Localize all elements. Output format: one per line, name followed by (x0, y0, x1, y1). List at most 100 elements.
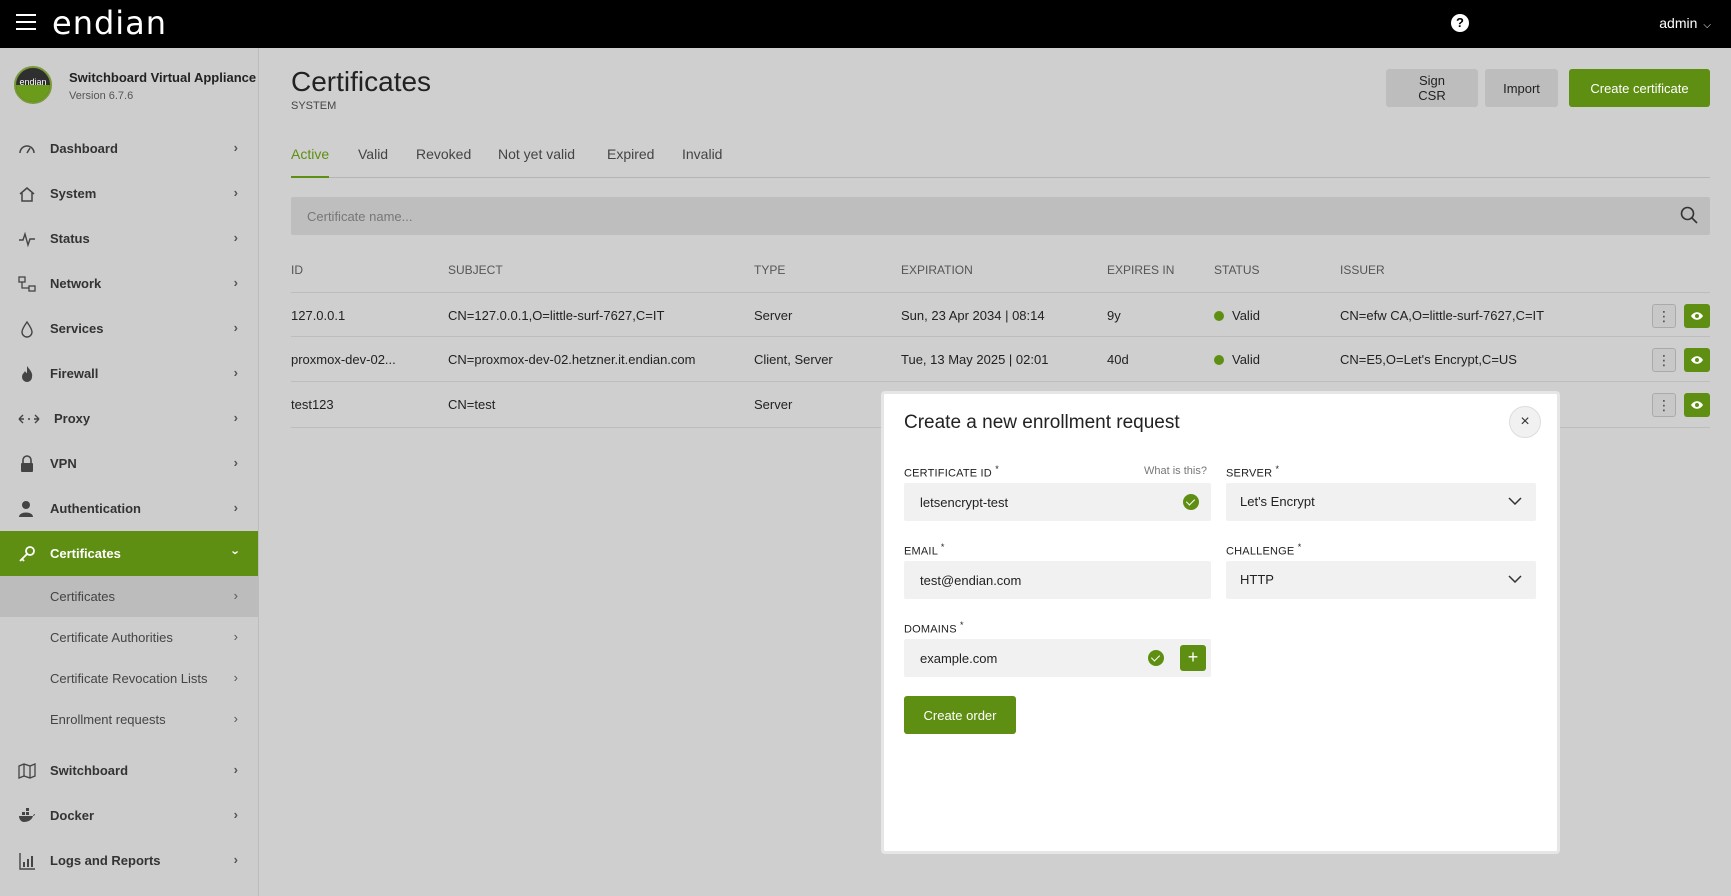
tab-invalid[interactable]: Invalid (682, 146, 722, 178)
cell-expires-in: 40d (1107, 352, 1129, 367)
proxy-icon (18, 410, 40, 428)
server-select[interactable]: Let's Encrypt (1226, 483, 1536, 521)
row-menu-kebab-icon[interactable]: ⋮ (1652, 304, 1676, 328)
endian-logo: endian (52, 4, 168, 42)
domain-input[interactable] (904, 639, 1134, 677)
sidebar-item-label: Proxy (54, 411, 91, 426)
cell-type: Client, Server (754, 352, 833, 367)
cell-status: Valid (1214, 308, 1260, 323)
chevron-right-icon: › (233, 670, 238, 685)
chevron-right-icon: › (233, 762, 238, 777)
sidebar-item-logs-and-reports[interactable]: Logs and Reports › (0, 838, 258, 883)
subitem-label: Certificate Revocation Lists (50, 671, 208, 686)
chevron-down-icon: ⌵ (1703, 20, 1711, 31)
table-row[interactable]: 127.0.0.1 CN=127.0.0.1,O=little-surf-762… (291, 292, 1710, 337)
sidebar-item-label: Switchboard (50, 763, 129, 778)
enrollment-request-dialog: Create a new enrollment request × CERTIF… (881, 391, 1560, 854)
chevron-right-icon: › (233, 185, 238, 200)
chevron-right-icon: › (233, 365, 238, 380)
sidebar-item-firewall[interactable]: Firewall › (0, 351, 258, 396)
cell-expiration: Tue, 13 May 2025 | 02:01 (901, 352, 1049, 367)
sidebar-item-docker[interactable]: Docker › (0, 793, 258, 838)
challenge-selected-value: HTTP (1240, 572, 1274, 587)
column-header-expires-in: EXPIRES IN (1107, 263, 1175, 277)
sidebar-item-label: Authentication (50, 501, 141, 516)
chevron-right-icon: › (233, 588, 238, 603)
sidebar-item-proxy[interactable]: Proxy › (0, 396, 258, 441)
chevron-down-icon: › (228, 550, 244, 555)
certificate-id-input[interactable] (904, 483, 1211, 521)
sidebar-item-switchboard[interactable]: Switchboard › (0, 748, 258, 793)
tab-expired[interactable]: Expired (607, 146, 654, 178)
subitem-label: Certificates (50, 589, 116, 604)
sidebar-item-label: VPN (50, 456, 77, 471)
tab-valid[interactable]: Valid (358, 146, 388, 178)
sidebar-item-status[interactable]: Status › (0, 216, 258, 261)
sidebar-item-label: System (50, 186, 97, 201)
sidebar-item-system[interactable]: System › (0, 171, 258, 216)
certificate-search-input[interactable] (291, 197, 1661, 235)
map-icon (18, 762, 36, 780)
sidebar-item-network[interactable]: Network › (0, 261, 258, 306)
subitem-enrollment-requests[interactable]: Enrollment requests › (0, 699, 258, 740)
certificate-id-label: CERTIFICATE ID * (904, 464, 999, 480)
tab-active[interactable]: Active (291, 146, 330, 178)
view-eye-icon[interactable] (1684, 348, 1710, 372)
sidebar-item-authentication[interactable]: Authentication › (0, 486, 258, 531)
appliance-avatar: endian (14, 66, 52, 104)
appliance-version: Version 6.7.6 (69, 90, 134, 102)
create-order-button[interactable]: Create order (904, 696, 1016, 734)
user-name: admin (1659, 15, 1698, 31)
valid-check-icon (1148, 650, 1164, 666)
server-label: SERVER * (1226, 464, 1280, 480)
table-row[interactable]: proxmox-dev-02... CN=proxmox-dev-02.hetz… (291, 337, 1710, 382)
cell-id: 127.0.0.1 (291, 308, 346, 323)
close-icon[interactable]: × (1509, 406, 1541, 438)
view-eye-icon[interactable] (1684, 304, 1710, 328)
email-label: EMAIL * (904, 542, 945, 558)
cell-id: proxmox-dev-02... (291, 352, 396, 367)
view-eye-icon[interactable] (1684, 393, 1710, 417)
sidebar: endian Switchboard Virtual Appliance Ver… (0, 48, 259, 896)
sidebar-item-services[interactable]: Services › (0, 306, 258, 351)
network-icon (18, 275, 36, 293)
what-is-this-link[interactable]: What is this? (1144, 465, 1207, 477)
row-menu-kebab-icon[interactable]: ⋮ (1652, 393, 1676, 417)
search-bar (291, 197, 1710, 235)
sidebar-item-label: Network (50, 276, 102, 291)
domains-field: + (904, 639, 1211, 677)
help-icon[interactable]: ? (1451, 14, 1469, 32)
cell-expires-in: 9y (1107, 308, 1121, 323)
cell-subject: CN=proxmox-dev-02.hetzner.it.endian.com (448, 352, 696, 367)
tab-revoked[interactable]: Revoked (416, 146, 471, 178)
subitem-certificates[interactable]: Certificates › (0, 576, 258, 617)
sidebar-item-dashboard[interactable]: Dashboard › (0, 126, 258, 171)
challenge-select[interactable]: HTTP (1226, 561, 1536, 599)
flame-icon (18, 365, 36, 383)
row-menu-kebab-icon[interactable]: ⋮ (1652, 348, 1676, 372)
sign-csr-button[interactable]: Sign CSR (1386, 69, 1478, 107)
email-input[interactable] (904, 561, 1211, 599)
import-button[interactable]: Import (1485, 69, 1558, 107)
chart-icon (18, 852, 36, 870)
chevron-right-icon: › (233, 140, 238, 155)
column-header-id: ID (291, 263, 303, 277)
cell-issuer: CN=E5,O=Let's Encrypt,C=US (1340, 352, 1517, 367)
tab-not-yet-valid[interactable]: Not yet valid (498, 146, 575, 178)
subitem-certificate-authorities[interactable]: Certificate Authorities › (0, 617, 258, 658)
cell-type: Server (754, 397, 793, 412)
chevron-right-icon: › (233, 852, 238, 867)
sidebar-item-vpn[interactable]: VPN › (0, 441, 258, 486)
chevron-right-icon: › (233, 711, 238, 726)
search-icon[interactable] (1680, 206, 1698, 224)
sidebar-item-certificates[interactable]: Certificates › (0, 531, 258, 576)
sidebar-item-label: Certificates (50, 546, 121, 561)
hamburger-menu-icon[interactable] (16, 14, 36, 32)
add-domain-button[interactable]: + (1180, 645, 1206, 671)
user-icon (18, 500, 36, 518)
user-menu[interactable]: admin ⌵ (1659, 15, 1711, 31)
gauge-icon (18, 140, 36, 158)
create-certificate-button[interactable]: Create certificate (1569, 69, 1710, 107)
subitem-certificate-revocation-lists[interactable]: Certificate Revocation Lists › (0, 658, 258, 699)
avatar-text: endian (19, 77, 47, 87)
